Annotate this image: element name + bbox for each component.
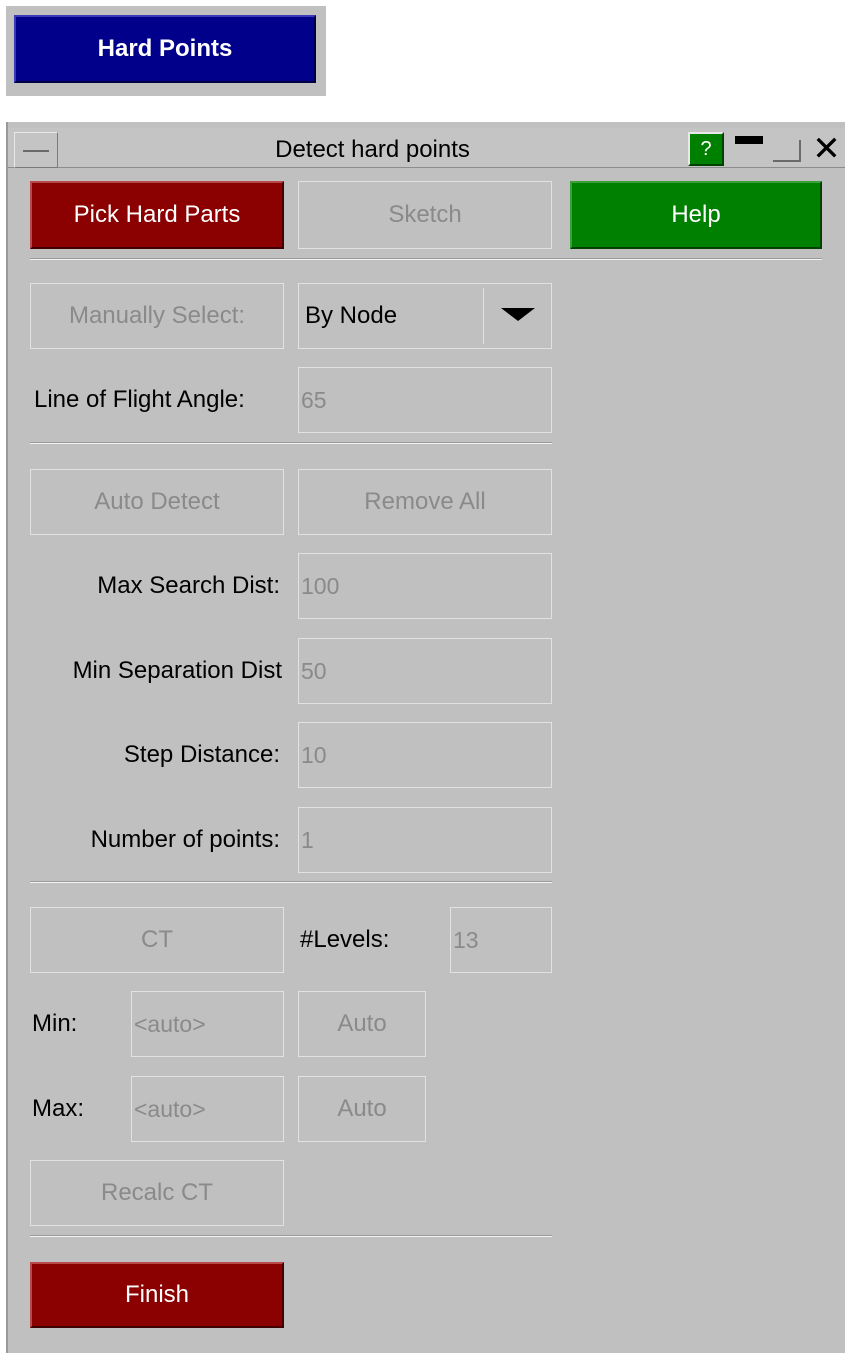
max-label: Max: (32, 1095, 85, 1122)
chevron-down-icon[interactable] (501, 308, 535, 321)
divider (30, 442, 552, 444)
sketch-button[interactable]: Sketch (298, 181, 552, 249)
max-search-dist-input[interactable]: 100 (298, 553, 552, 619)
number-of-points-label: Number of points: (90, 826, 280, 853)
divider (30, 258, 822, 260)
manually-select-button[interactable]: Manually Select: (30, 283, 284, 349)
min-label: Min: (32, 1010, 78, 1037)
hard-points-button[interactable]: Hard Points (14, 15, 316, 83)
line-of-flight-angle-label: Line of Flight Angle: (34, 386, 245, 413)
maximize-icon[interactable] (769, 132, 805, 166)
step-distance-input[interactable]: 10 (298, 722, 552, 788)
recalc-ct-button[interactable]: Recalc CT (30, 1160, 284, 1226)
min-separation-dist-label: Min Separation Dist (72, 657, 282, 684)
remove-all-button[interactable]: Remove All (298, 469, 552, 535)
max-search-dist-label: Max Search Dist: (97, 572, 280, 599)
step-distance-label: Step Distance: (123, 741, 280, 768)
pick-hard-parts-button[interactable]: Pick Hard Parts (30, 181, 284, 249)
divider (30, 1235, 552, 1237)
select-mode-value: By Node (305, 302, 398, 329)
number-of-points-input[interactable]: 1 (298, 807, 552, 873)
window-title: Detect hard points (275, 136, 470, 163)
close-icon[interactable]: ✕ (808, 132, 845, 166)
help-button[interactable]: Help (570, 181, 822, 249)
auto-detect-button[interactable]: Auto Detect (30, 469, 284, 535)
min-auto-button[interactable]: Auto (298, 991, 426, 1057)
max-input[interactable]: <auto> (131, 1076, 284, 1142)
finish-button[interactable]: Finish (30, 1262, 284, 1328)
min-input[interactable]: <auto> (131, 991, 284, 1057)
ct-button[interactable]: CT (30, 907, 284, 973)
divider (30, 881, 552, 883)
select-mode-dropdown[interactable]: By Node (298, 283, 552, 349)
levels-input[interactable]: 13 (450, 907, 552, 973)
max-auto-button[interactable]: Auto (298, 1076, 426, 1142)
minimize-icon[interactable] (731, 132, 767, 166)
min-separation-dist-input[interactable]: 50 (298, 638, 552, 704)
dropdown-divider (483, 288, 484, 344)
levels-label: #Levels: (300, 926, 390, 953)
line-of-flight-angle-input[interactable]: 65 (298, 367, 552, 433)
help-question-icon[interactable]: ? (688, 132, 724, 166)
window-menu-icon[interactable] (14, 132, 58, 168)
